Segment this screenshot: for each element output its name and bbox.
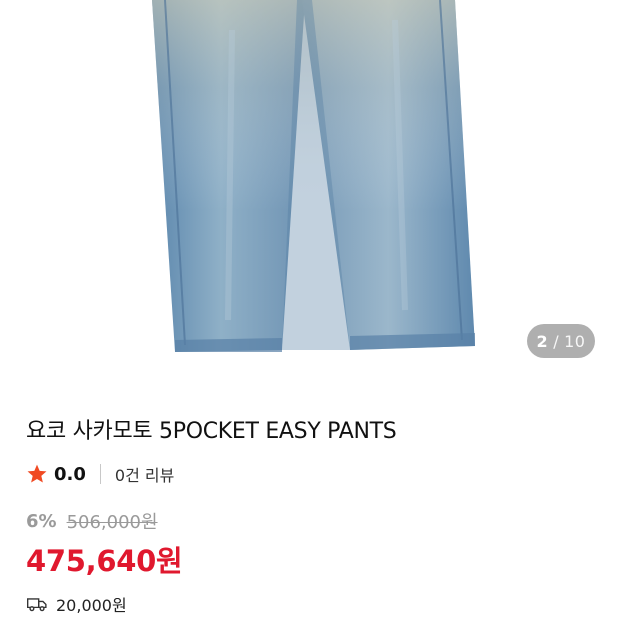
image-counter: 2 / 10 xyxy=(527,324,595,358)
discount-rate: 6% xyxy=(26,510,57,532)
jeans-illustration xyxy=(152,0,475,352)
discount-row: 6% 506,000원 xyxy=(26,508,158,534)
star-icon xyxy=(27,464,47,483)
rating-value: 0.0 xyxy=(54,463,86,485)
sale-price: 475,640원 xyxy=(26,544,183,578)
product-image[interactable]: 2 / 10 xyxy=(0,0,620,385)
shipping-fee: 20,000원 xyxy=(56,596,127,615)
rating-divider xyxy=(99,464,101,484)
product-title: 요코 사카모토 5POCKET EASY PANTS xyxy=(26,419,397,444)
truck-icon xyxy=(27,598,47,612)
shipping-info: 20,000원 xyxy=(26,592,127,616)
image-counter-current: 2 xyxy=(536,331,549,351)
image-counter-total: 10 xyxy=(564,331,586,351)
image-counter-separator: / xyxy=(553,331,560,351)
rating-row[interactable]: 0.0 0건 리뷰 xyxy=(26,461,174,487)
original-price: 506,000원 xyxy=(66,512,158,533)
review-count-link[interactable]: 0건 리뷰 xyxy=(115,462,174,486)
